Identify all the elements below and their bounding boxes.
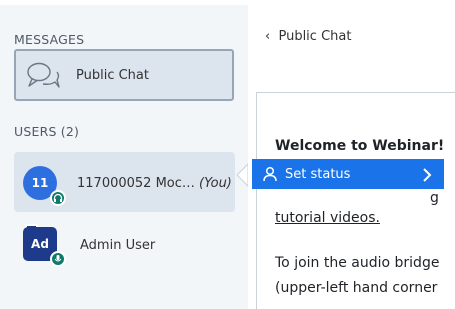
- chat-bubbles-icon: [27, 62, 60, 88]
- chat-line-corner: (upper-left hand corner: [275, 280, 438, 296]
- user-name-text: 117000052 Moc…: [77, 176, 195, 191]
- popover-arrow: [236, 163, 248, 187]
- chat-line-welcome: Welcome to Webinar!: [275, 138, 445, 154]
- microphone-icon: [50, 251, 66, 267]
- public-chat-label: Public Chat: [76, 68, 149, 83]
- chat-header-title: Public Chat: [278, 29, 352, 44]
- headphones-icon: [50, 190, 66, 206]
- user-icon: [263, 166, 277, 182]
- set-status-label: Set status: [285, 167, 351, 182]
- chevron-right-icon: [423, 168, 432, 182]
- messages-heading: MESSAGES: [14, 32, 85, 47]
- chat-line-peek: g: [430, 190, 439, 206]
- public-chat-item[interactable]: Public Chat: [14, 49, 234, 101]
- chevron-left-icon: ‹: [265, 29, 271, 44]
- tutorial-videos-link[interactable]: tutorial videos.: [275, 210, 380, 226]
- user-name-current: 117000052 Moc… (You): [77, 176, 232, 191]
- chat-line-audio: To join the audio bridge: [275, 255, 440, 271]
- user-name-admin[interactable]: Admin User: [80, 238, 155, 253]
- chat-messages-panel: [256, 92, 455, 309]
- you-label: (You): [199, 176, 232, 191]
- top-rule: [0, 0, 455, 5]
- chat-back-link[interactable]: ‹ Public Chat: [265, 29, 351, 44]
- set-status-button[interactable]: Set status: [252, 159, 444, 189]
- users-heading: USERS (2): [14, 124, 80, 139]
